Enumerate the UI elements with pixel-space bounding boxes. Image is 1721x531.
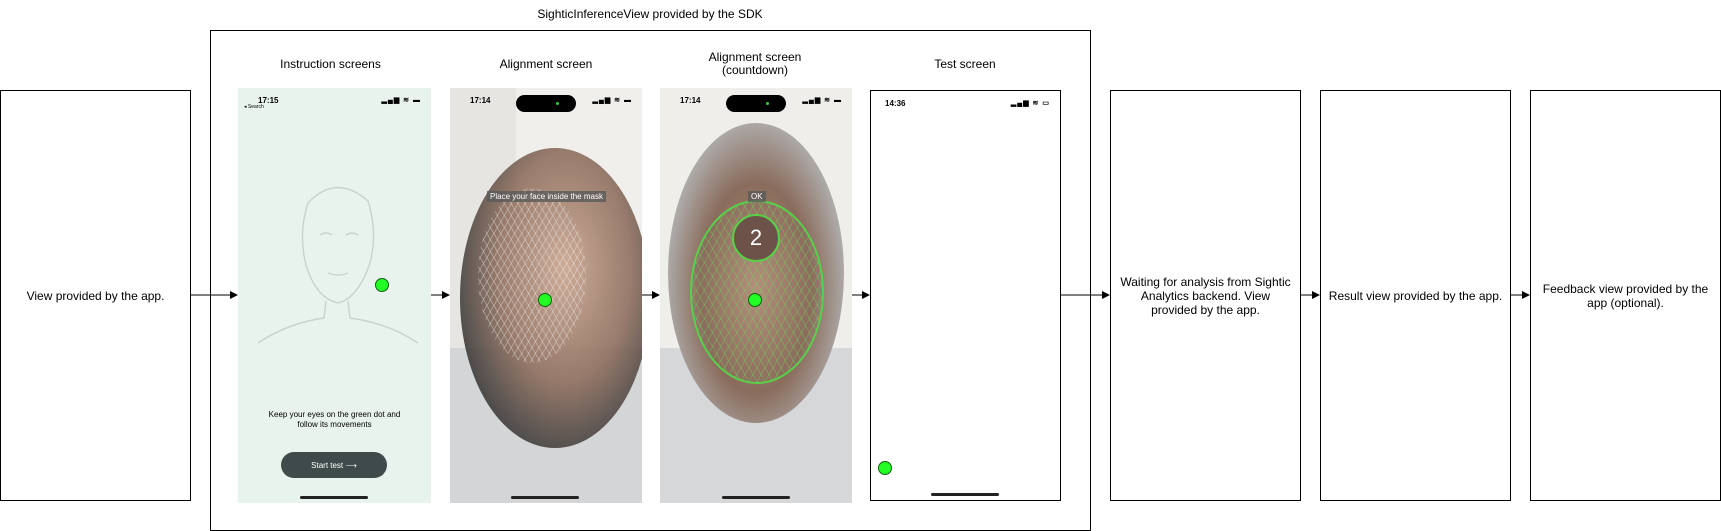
flow-arrows: [191, 291, 1530, 299]
